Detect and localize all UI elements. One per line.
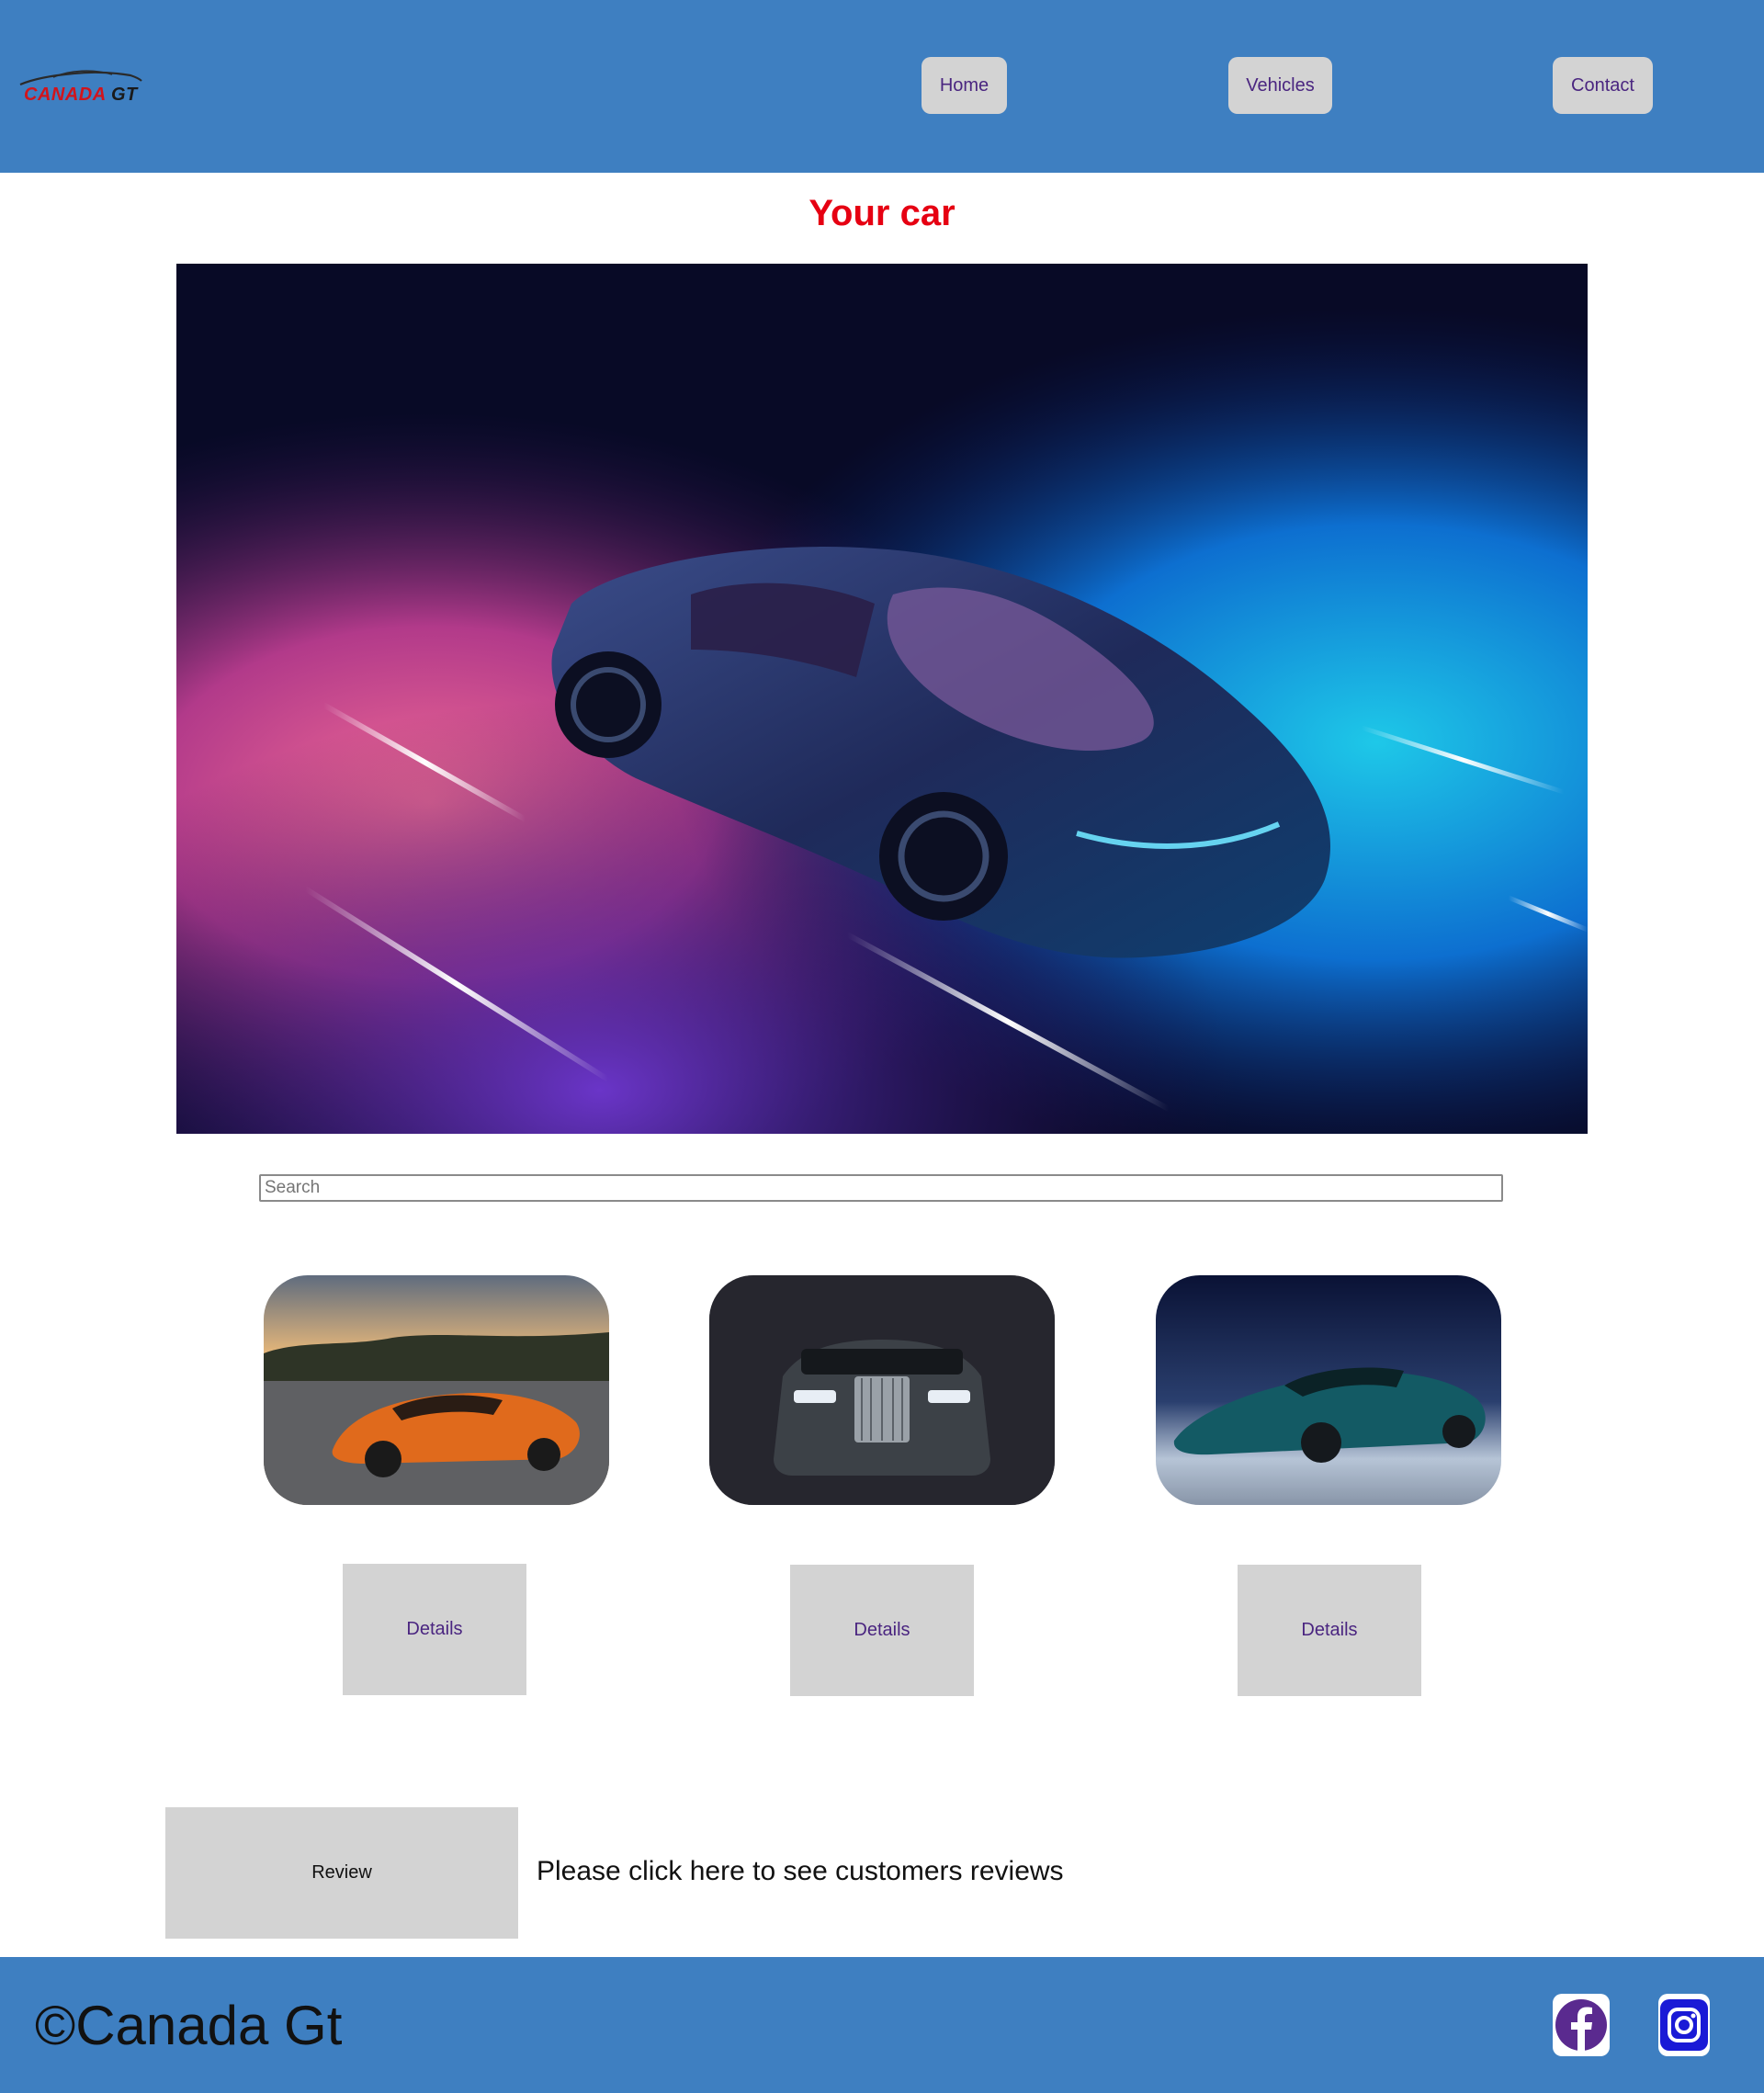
review-prompt-text: Please click here to see customers revie… [537, 1856, 1064, 1886]
site-logo[interactable]: CANADA GT [17, 61, 145, 107]
details-button[interactable]: Details [1238, 1565, 1421, 1696]
car-card-image[interactable] [264, 1275, 609, 1505]
page-title: Your car [808, 193, 956, 233]
logo-text-main: CANADA [24, 85, 106, 105]
instagram-icon[interactable] [1658, 1994, 1715, 2056]
details-button[interactable]: Details [343, 1564, 526, 1695]
car-card-image[interactable] [1156, 1275, 1501, 1505]
copyright-text: ©Canada Gt [35, 1995, 343, 2056]
nav-vehicles-button[interactable]: Vehicles [1228, 57, 1332, 114]
review-button[interactable]: Review [165, 1807, 518, 1939]
site-footer: ©Canada Gt [0, 1957, 1764, 2093]
nav-home-button[interactable]: Home [922, 57, 1007, 114]
details-button[interactable]: Details [790, 1565, 974, 1696]
nav-contact-button[interactable]: Contact [1553, 57, 1653, 114]
facebook-icon[interactable] [1553, 1994, 1610, 2056]
search-input[interactable] [259, 1174, 1503, 1202]
hero-car-image [176, 264, 1588, 1134]
car-card-image[interactable] [709, 1275, 1055, 1505]
logo-text: CANADA GT [24, 85, 138, 106]
site-header: CANADA GT Home Vehicles Contact [0, 0, 1764, 173]
logo-text-sub: GT [110, 85, 138, 105]
